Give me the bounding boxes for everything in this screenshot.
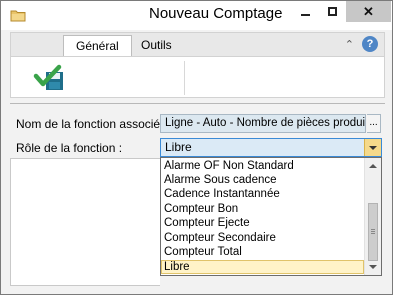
- list-item[interactable]: Compteur Bon: [161, 202, 364, 216]
- list-item[interactable]: Compteur Secondaire: [161, 231, 364, 245]
- window-title: Nouveau Comptage: [149, 5, 283, 22]
- tab-general[interactable]: Général: [63, 35, 132, 57]
- close-button[interactable]: ✕: [346, 1, 391, 22]
- folder-icon: [10, 10, 26, 22]
- scroll-down-button[interactable]: [365, 259, 381, 275]
- function-name-field[interactable]: Ligne - Auto - Nombre de pièces produite…: [160, 114, 366, 133]
- minimize-icon: [301, 13, 310, 16]
- role-selected-value: Libre: [165, 140, 192, 154]
- dropdown-scrollbar[interactable]: [364, 158, 381, 275]
- chevron-up-icon: [369, 164, 377, 168]
- ribbon-panel: [10, 56, 385, 98]
- minimize-button[interactable]: [292, 1, 319, 22]
- ribbon-separator: [184, 61, 185, 95]
- title-bar[interactable]: Nouveau Comptage ✕: [1, 1, 392, 30]
- content-panel: [10, 158, 160, 286]
- list-item[interactable]: Alarme Sous cadence: [161, 173, 364, 187]
- dialog-window: Nouveau Comptage ✕ Général Outils ⌃ ? No…: [0, 0, 393, 295]
- ribbon-tab-strip: Général Outils ⌃ ?: [10, 32, 385, 57]
- function-name-label: Nom de la fonction associée :: [16, 117, 174, 131]
- scroll-up-button[interactable]: [365, 158, 381, 174]
- list-item[interactable]: Compteur Total: [161, 245, 364, 259]
- list-item[interactable]: Alarme OF Non Standard: [161, 159, 364, 173]
- scrollbar-thumb[interactable]: [368, 203, 378, 261]
- list-item-selected[interactable]: Libre: [161, 260, 364, 274]
- maximize-button[interactable]: [319, 1, 346, 22]
- list-item[interactable]: Cadence Instantannée: [161, 187, 364, 201]
- tab-outils[interactable]: Outils: [129, 35, 184, 57]
- role-label: Rôle de la fonction :: [16, 141, 123, 155]
- role-dropdown-list[interactable]: Alarme OF Non Standard Alarme Sous caden…: [160, 157, 382, 276]
- role-combobox[interactable]: Libre: [160, 138, 382, 157]
- divider: [10, 103, 385, 104]
- save-check-icon[interactable]: [33, 64, 67, 92]
- help-icon[interactable]: ?: [362, 36, 378, 52]
- dropdown-arrow-button[interactable]: [364, 139, 381, 156]
- close-icon: ✕: [363, 3, 374, 19]
- grip-icon: [371, 229, 375, 230]
- maximize-icon: [328, 7, 337, 16]
- chevron-down-icon: [369, 265, 377, 269]
- chevron-down-icon: [369, 145, 377, 150]
- collapse-ribbon-icon[interactable]: ⌃: [345, 38, 354, 51]
- list-item[interactable]: Compteur Ejecte: [161, 216, 364, 230]
- browse-button[interactable]: ...: [367, 114, 381, 133]
